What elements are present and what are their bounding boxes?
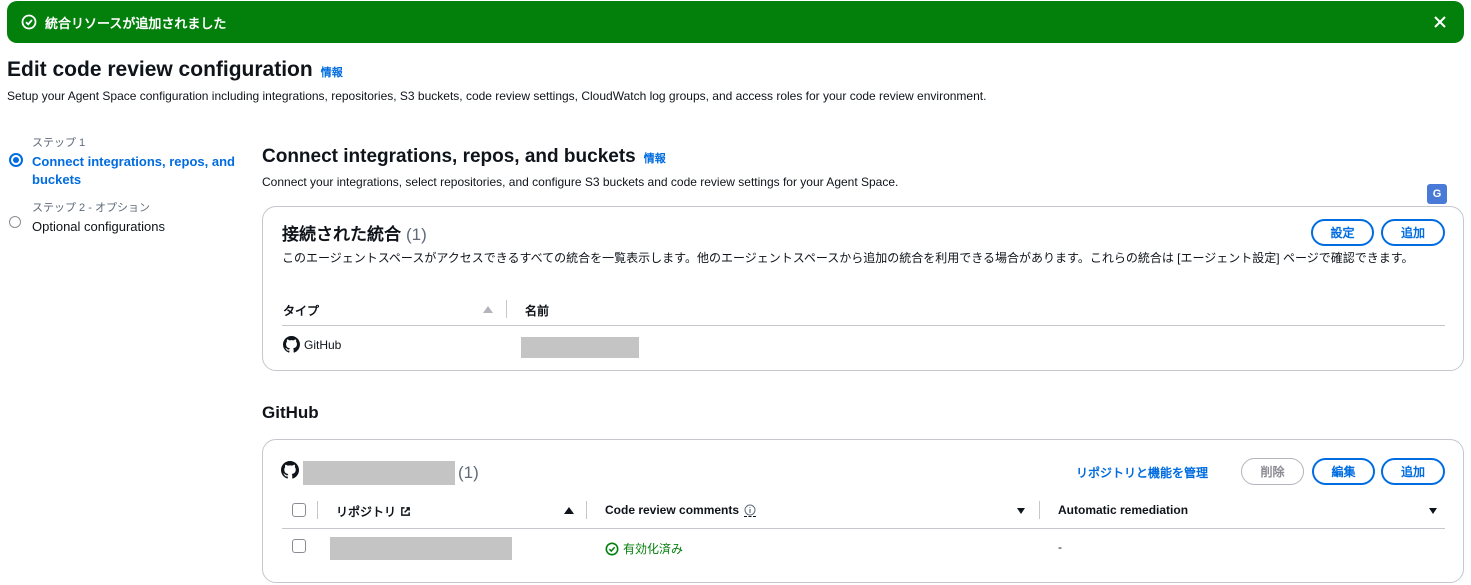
translate-icon[interactable]: G xyxy=(1427,184,1447,204)
select-all-checkbox[interactable] xyxy=(292,503,306,517)
row-checkbox[interactable] xyxy=(292,539,306,553)
page-header: Edit code review configuration 情報 xyxy=(7,58,343,82)
manage-repos-link[interactable]: リポジトリと機能を管理 xyxy=(1076,464,1208,481)
wizard-steps: ステップ 1 Connect integrations, repos, and … xyxy=(9,134,239,246)
flash-message: 統合リソースが追加されました xyxy=(45,15,227,31)
page-info-link[interactable]: 情報 xyxy=(321,64,343,80)
column-header-comments-label: Code review comments xyxy=(605,503,740,517)
code-review-status: 有効化済み xyxy=(605,540,683,557)
page-title: Edit code review configuration xyxy=(7,58,313,81)
redacted-integration-name xyxy=(521,337,639,358)
column-header-code-review-comments[interactable]: Code review comments xyxy=(605,503,757,517)
info-circle-icon[interactable] xyxy=(744,504,757,517)
section-description: Connect your integrations, select reposi… xyxy=(262,175,899,189)
section-title: Connect integrations, repos, and buckets xyxy=(262,146,636,167)
integrations-count: (1) xyxy=(406,225,427,244)
step-2[interactable]: ステップ 2 - オプション Optional configurations xyxy=(9,199,239,236)
sort-desc-icon[interactable] xyxy=(1429,508,1437,514)
edit-button[interactable]: 編集 xyxy=(1312,458,1375,485)
column-divider[interactable] xyxy=(506,300,507,318)
integrations-title: 接続された統合 xyxy=(282,225,401,244)
column-header-repository-label: リポジトリ xyxy=(336,505,397,519)
section-info-link[interactable]: 情報 xyxy=(644,150,666,166)
external-link-icon xyxy=(400,506,411,517)
settings-button[interactable]: 設定 xyxy=(1311,219,1374,246)
step-2-radio-icon xyxy=(9,216,21,228)
step-1-radio-icon xyxy=(9,153,23,167)
github-section-heading: GitHub xyxy=(262,403,319,422)
redacted-account-name xyxy=(303,461,455,485)
delete-button[interactable]: 削除 xyxy=(1241,458,1304,485)
remediation-value: - xyxy=(1058,540,1062,554)
column-divider[interactable] xyxy=(586,501,587,519)
column-header-repository[interactable]: リポジトリ xyxy=(336,503,411,520)
add-repo-button[interactable]: 追加 xyxy=(1381,458,1445,485)
section-header: Connect integrations, repos, and buckets… xyxy=(262,146,666,168)
integrations-description: このエージェントスペースがアクセスできるすべての統合を一覧表示します。他のエージ… xyxy=(282,251,1414,265)
connected-integrations-card: 接続された統合 (1) 設定 追加 このエージェントスペースがアクセスできるすべ… xyxy=(262,206,1464,371)
integrations-header: 接続された統合 (1) xyxy=(282,220,427,245)
success-check-icon xyxy=(21,14,37,30)
table-row: GitHub xyxy=(283,336,341,353)
step-1[interactable]: ステップ 1 Connect integrations, repos, and … xyxy=(9,134,239,189)
sort-asc-icon[interactable] xyxy=(564,507,574,514)
column-header-name[interactable]: 名前 xyxy=(525,302,549,319)
success-check-icon xyxy=(605,542,619,555)
github-repositories-card: (1) リポジトリと機能を管理 削除 編集 追加 リポジトリ Code revi… xyxy=(262,439,1464,583)
sort-asc-icon[interactable] xyxy=(483,306,493,313)
column-header-type[interactable]: タイプ xyxy=(283,302,319,319)
github-icon xyxy=(281,461,299,482)
table-header-divider xyxy=(282,528,1445,529)
success-flash-banner: 統合リソースが追加されました xyxy=(7,1,1464,43)
sort-desc-icon[interactable] xyxy=(1017,508,1025,514)
close-icon[interactable] xyxy=(1430,12,1450,32)
column-divider[interactable] xyxy=(317,501,318,519)
repositories-count: (1) xyxy=(458,463,479,482)
page-description: Setup your Agent Space configuration inc… xyxy=(7,89,987,103)
step-1-label: ステップ 1 xyxy=(32,137,86,149)
step-1-title[interactable]: Connect integrations, repos, and buckets xyxy=(32,153,239,189)
integration-type: GitHub xyxy=(304,337,342,352)
redacted-repository-name[interactable] xyxy=(330,537,512,560)
column-divider[interactable] xyxy=(1039,501,1040,519)
add-integration-button[interactable]: 追加 xyxy=(1381,219,1445,246)
table-header-divider xyxy=(282,325,1445,326)
step-2-label: ステップ 2 - オプション xyxy=(32,202,150,214)
code-review-status-label: 有効化済み xyxy=(623,542,684,556)
step-2-title[interactable]: Optional configurations xyxy=(32,218,239,236)
column-header-automatic-remediation[interactable]: Automatic remediation xyxy=(1058,503,1188,517)
github-icon xyxy=(283,336,300,353)
